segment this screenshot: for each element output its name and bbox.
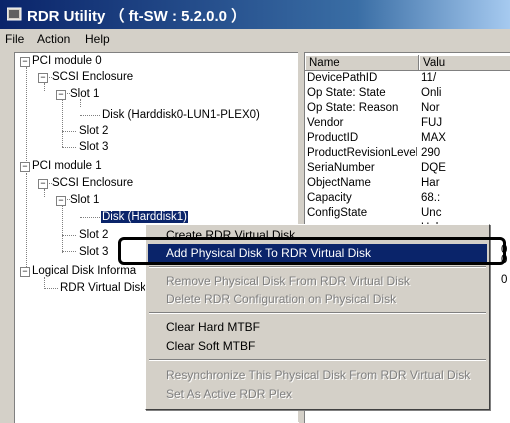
menu-item-clear-hard-mtbf[interactable]: Clear Hard MTBF bbox=[148, 318, 487, 336]
collapse-icon[interactable]: − bbox=[38, 179, 48, 189]
prop-name: Op State: State bbox=[307, 87, 386, 99]
menu-item-resynchronize-physical-disk[interactable]: Resynchronize This Physical Disk From RD… bbox=[148, 366, 487, 384]
title-bar[interactable]: RDR Utility （ ft-SW : 5.2.0.0 ） bbox=[0, 0, 510, 29]
tree-node-slot-2-0[interactable]: Slot 2 bbox=[78, 124, 109, 139]
tree-node-slot-2-1[interactable]: Slot 2 bbox=[78, 228, 109, 243]
highlight-callout-box bbox=[118, 237, 506, 265]
prop-name: Op State: Reason bbox=[307, 102, 399, 114]
menu-bar: File Action Help bbox=[0, 29, 510, 49]
app-window-icon bbox=[7, 7, 22, 21]
prop-value: Har bbox=[421, 177, 440, 189]
prop-name: ProductRevisionLevel bbox=[307, 147, 417, 159]
tree-node-disk-harddisk0[interactable]: Disk (Harddisk0-LUN1-PLEX0) bbox=[101, 108, 261, 123]
tree-node-rdr-virtual-disk[interactable]: RDR Virtual Disk bbox=[59, 281, 147, 296]
menu-item-set-active-rdr-plex[interactable]: Set As Active RDR Plex bbox=[148, 385, 487, 403]
collapse-icon[interactable]: − bbox=[38, 73, 48, 83]
collapse-icon[interactable]: − bbox=[56, 196, 66, 206]
prop-name: Capacity bbox=[307, 192, 352, 204]
column-header-name[interactable]: Name bbox=[305, 55, 419, 71]
menu-separator bbox=[149, 266, 486, 268]
collapse-icon[interactable]: − bbox=[20, 267, 30, 277]
prop-value: DQE bbox=[421, 162, 446, 174]
menu-item-clear-soft-mtbf[interactable]: Clear Soft MTBF bbox=[148, 337, 487, 355]
prop-value: Unc bbox=[421, 207, 442, 219]
prop-name: ProductID bbox=[307, 132, 359, 144]
prop-value: 11/ bbox=[421, 72, 437, 84]
prop-value: 0 bbox=[501, 274, 508, 286]
prop-name: ObjectName bbox=[307, 177, 371, 189]
window-title: RDR Utility （ ft-SW : 5.2.0.0 ） bbox=[27, 8, 247, 25]
menu-separator bbox=[149, 359, 486, 361]
prop-value: MAX bbox=[421, 132, 446, 144]
prop-name: Vendor bbox=[307, 117, 344, 129]
menu-file[interactable]: File bbox=[5, 32, 24, 46]
menu-item-remove-physical-disk[interactable]: Remove Physical Disk From RDR Virtual Di… bbox=[148, 272, 487, 290]
prop-value: Nor bbox=[421, 102, 440, 114]
prop-value: FUJ bbox=[421, 117, 443, 129]
tree-node-disk-harddisk1[interactable]: Disk (Harddisk1) bbox=[101, 210, 188, 225]
collapse-icon[interactable]: − bbox=[20, 162, 30, 172]
prop-name: SeriaNumber bbox=[307, 162, 375, 174]
collapse-icon[interactable]: − bbox=[20, 57, 30, 67]
menu-item-delete-rdr-configuration[interactable]: Delete RDR Configuration on Physical Dis… bbox=[148, 290, 487, 308]
prop-name: DevicePathID bbox=[307, 72, 378, 84]
menu-action[interactable]: Action bbox=[37, 32, 70, 46]
prop-value: 68.: bbox=[421, 192, 441, 204]
menu-separator bbox=[149, 312, 486, 314]
tree-node-slot-3-0[interactable]: Slot 3 bbox=[78, 140, 109, 155]
column-header-value[interactable]: Valu bbox=[419, 55, 510, 71]
prop-value: Onli bbox=[421, 87, 442, 99]
menu-help[interactable]: Help bbox=[85, 32, 110, 46]
prop-value: 290 bbox=[421, 147, 441, 159]
tree-node-slot-3-1[interactable]: Slot 3 bbox=[78, 245, 109, 260]
collapse-icon[interactable]: − bbox=[56, 90, 66, 100]
prop-name: ConfigState bbox=[307, 207, 368, 219]
